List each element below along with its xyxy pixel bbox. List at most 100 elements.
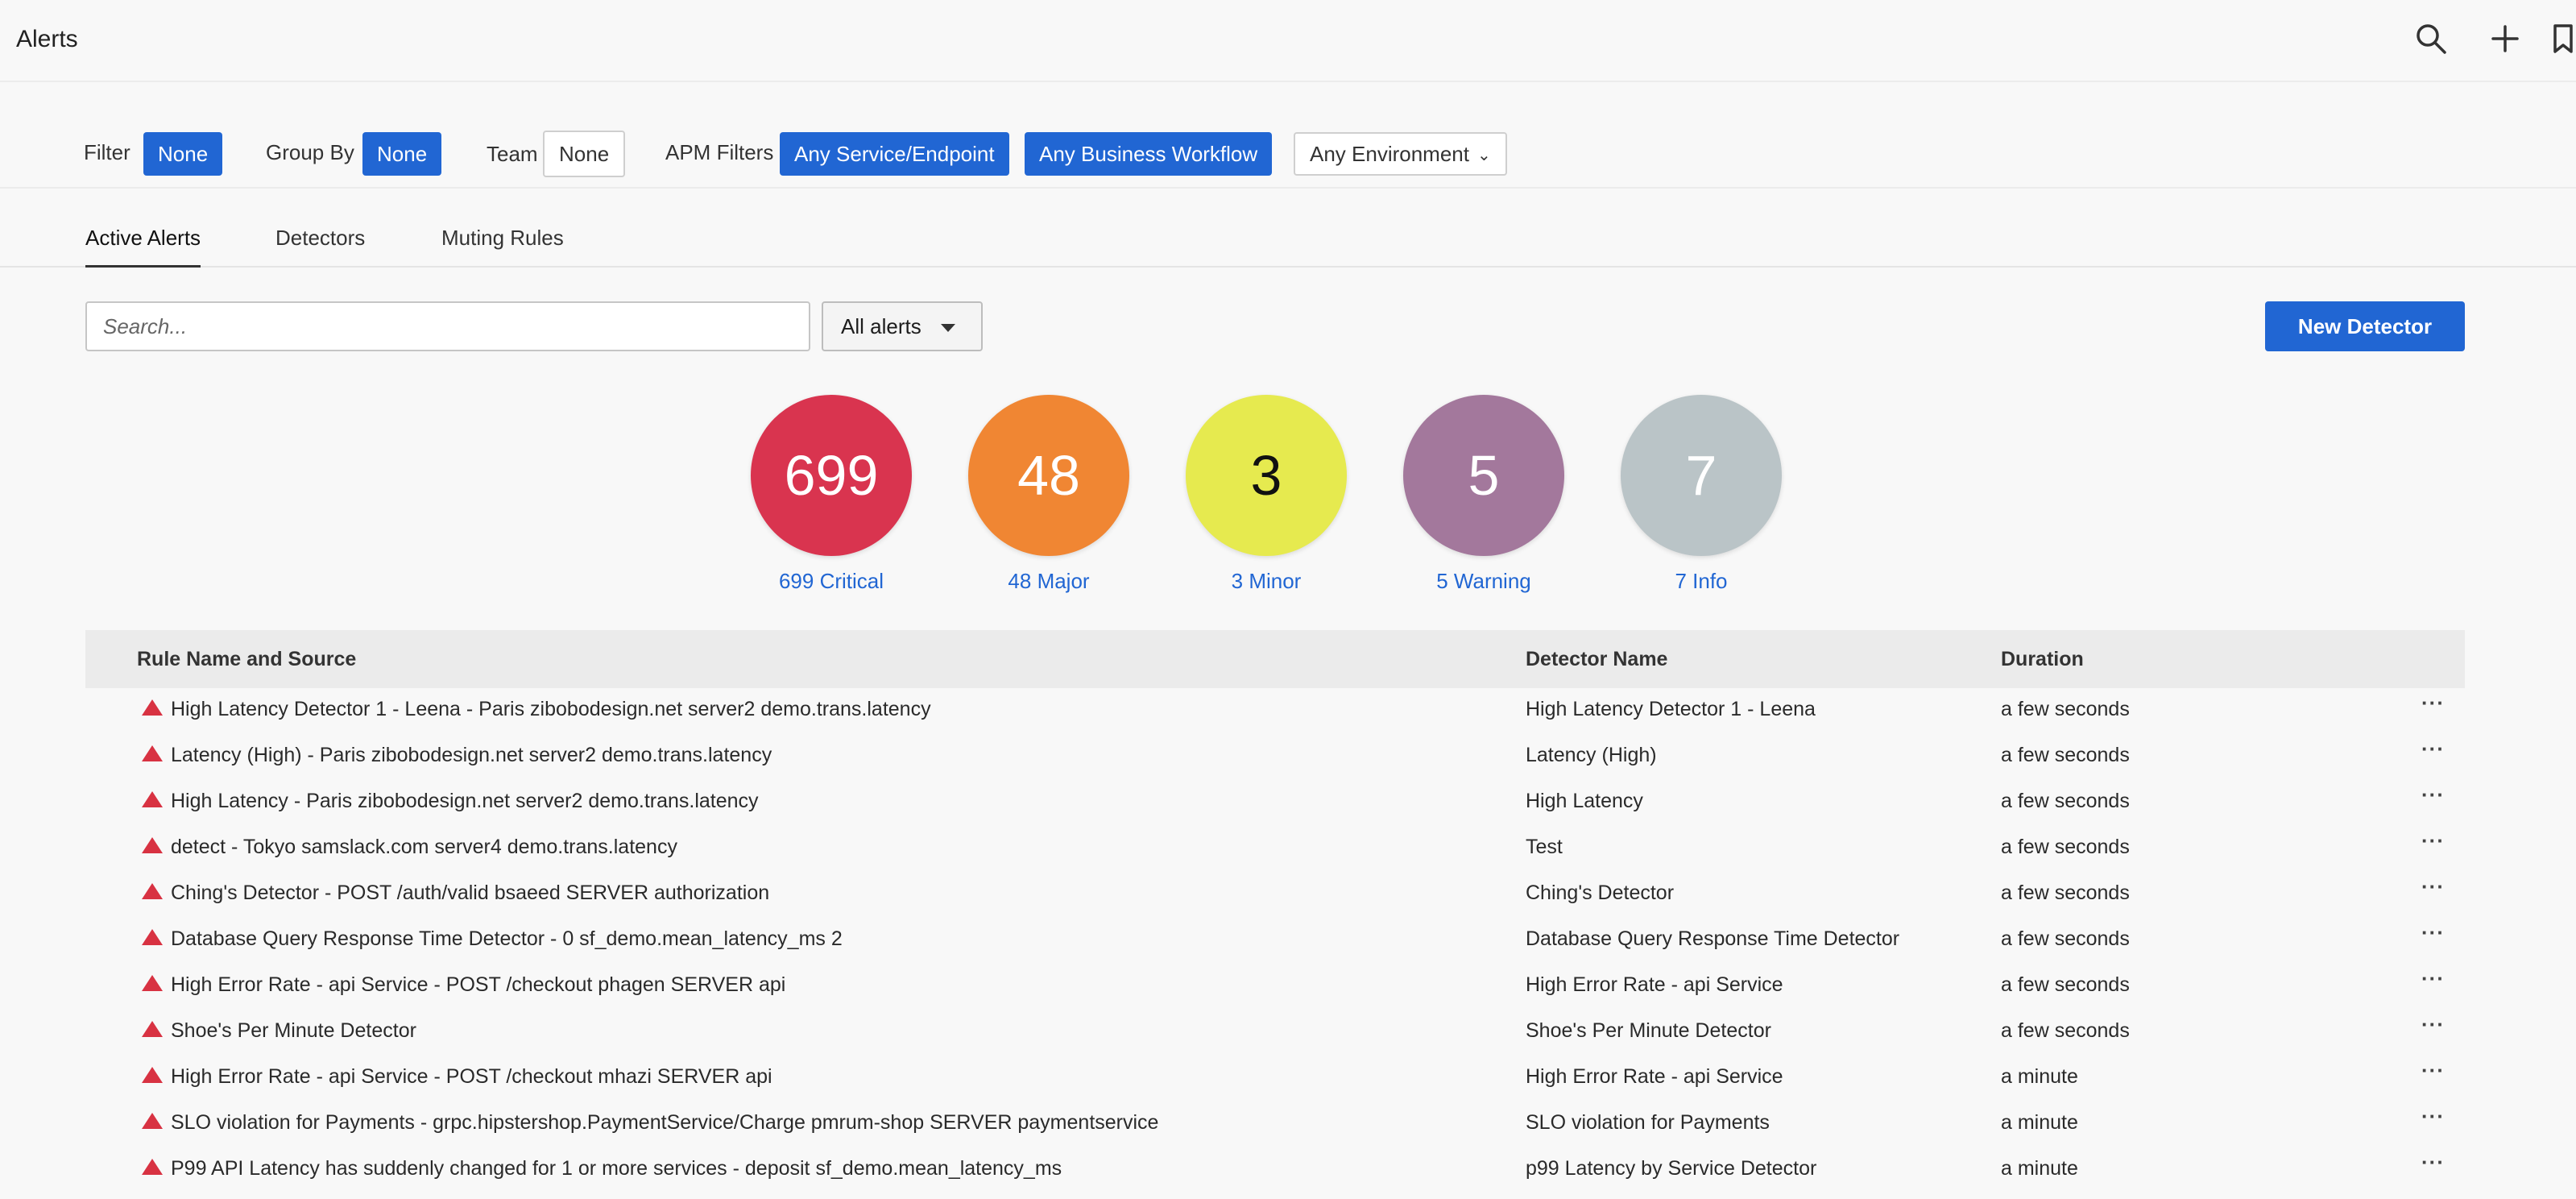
tab-active-alerts[interactable]: Active Alerts <box>85 226 201 268</box>
team-label: Team <box>487 142 538 166</box>
duration-cell: a minute <box>2001 1111 2078 1134</box>
more-actions-icon[interactable]: ··· <box>2421 1106 2450 1132</box>
more-actions-icon[interactable]: ··· <box>2421 692 2450 719</box>
severity-label[interactable]: 7 Info <box>1621 569 1782 594</box>
duration-cell: a few seconds <box>2001 927 2130 950</box>
environment-label: Any Environment <box>1310 142 1469 166</box>
table-row[interactable]: Database Query Response Time Detector - … <box>85 918 2465 964</box>
alert-filter-dropdown[interactable]: All alerts <box>822 301 983 351</box>
column-header-rule[interactable]: Rule Name and Source <box>137 648 356 671</box>
environment-dropdown[interactable]: Any Environment ⌄ <box>1294 132 1507 176</box>
apm-service-button[interactable]: Any Service/Endpoint <box>780 132 1009 176</box>
more-actions-icon[interactable]: ··· <box>2421 922 2450 948</box>
groupby-button[interactable]: None <box>362 132 442 176</box>
more-actions-icon[interactable]: ··· <box>2421 968 2450 994</box>
more-actions-icon[interactable]: ··· <box>2421 738 2450 765</box>
table-header: Rule Name and Source Detector Name Durat… <box>85 630 2465 688</box>
search-icon[interactable] <box>2413 21 2449 56</box>
tab-bar: Active Alerts Detectors Muting Rules <box>0 190 2576 268</box>
caret-down-icon <box>941 324 955 332</box>
table-row[interactable]: Latency (High) - Paris zibobodesign.net … <box>85 734 2465 780</box>
rule-name-cell[interactable]: High Error Rate - api Service - POST /ch… <box>171 973 785 997</box>
detector-name-cell[interactable]: p99 Latency by Service Detector <box>1526 1157 1816 1180</box>
detector-name-cell[interactable]: High Latency <box>1526 790 1643 813</box>
critical-alert-icon <box>142 745 163 761</box>
detector-name-cell[interactable]: Test <box>1526 836 1563 859</box>
duration-cell: a few seconds <box>2001 698 2130 720</box>
table-row[interactable]: P99 API Latency has suddenly changed for… <box>85 1147 2465 1193</box>
critical-alert-icon <box>142 1113 163 1129</box>
duration-cell: a few seconds <box>2001 790 2130 812</box>
detector-name-cell[interactable]: Latency (High) <box>1526 744 1657 767</box>
table-row[interactable]: High Error Rate - api Service - POST /ch… <box>85 1056 2465 1102</box>
severity-circle: 7 <box>1621 395 1782 556</box>
rule-name-cell[interactable]: detect - Tokyo samslack.com server4 demo… <box>171 836 677 859</box>
table-row[interactable]: detect - Tokyo samslack.com server4 demo… <box>85 826 2465 872</box>
more-actions-icon[interactable]: ··· <box>2421 876 2450 902</box>
critical-alert-icon <box>142 975 163 991</box>
rule-name-cell[interactable]: Latency (High) - Paris zibobodesign.net … <box>171 744 772 767</box>
filter-bar: Filter None Group By None Team None APM … <box>0 84 2576 189</box>
duration-cell: a few seconds <box>2001 1019 2130 1042</box>
severity-label[interactable]: 3 Minor <box>1186 569 1347 594</box>
filter-label: Filter <box>84 140 130 164</box>
bookmark-icon[interactable] <box>2550 21 2574 56</box>
tab-muting-rules[interactable]: Muting Rules <box>441 226 564 268</box>
rule-name-cell[interactable]: Ching's Detector - POST /auth/valid bsae… <box>171 882 769 905</box>
groupby-label: Group By <box>266 140 354 164</box>
new-detector-button[interactable]: New Detector <box>2265 301 2465 351</box>
severity-label[interactable]: 5 Warning <box>1403 569 1564 594</box>
column-header-detector[interactable]: Detector Name <box>1526 648 1667 671</box>
severity-minor[interactable]: 3 3 Minor <box>1186 395 1347 594</box>
critical-alert-icon <box>142 1159 163 1175</box>
table-row[interactable]: Shoe's Per Minute Detector Shoe's Per Min… <box>85 1010 2465 1056</box>
column-header-duration[interactable]: Duration <box>2001 648 2084 671</box>
rule-name-cell[interactable]: High Latency Detector 1 - Leena - Paris … <box>171 698 931 721</box>
severity-label[interactable]: 699 Critical <box>751 569 912 594</box>
team-button[interactable]: None <box>543 131 626 177</box>
plus-icon[interactable] <box>2487 21 2523 56</box>
detector-name-cell[interactable]: High Error Rate - api Service <box>1526 1065 1783 1089</box>
tab-detectors[interactable]: Detectors <box>275 226 365 268</box>
rule-name-cell[interactable]: High Latency - Paris zibobodesign.net se… <box>171 790 759 813</box>
filter-button[interactable]: None <box>143 132 223 176</box>
detector-name-cell[interactable]: SLO violation for Payments <box>1526 1111 1770 1135</box>
table-row[interactable]: High Error Rate - api Service - POST /ch… <box>85 964 2465 1010</box>
detector-name-cell[interactable]: Shoe's Per Minute Detector <box>1526 1019 1771 1043</box>
rule-name-cell[interactable]: Shoe's Per Minute Detector <box>171 1019 416 1043</box>
severity-critical[interactable]: 699 699 Critical <box>751 395 912 594</box>
critical-alert-icon <box>142 791 163 807</box>
table-row[interactable]: Ching's Detector - POST /auth/valid bsae… <box>85 872 2465 918</box>
search-input[interactable] <box>85 301 810 351</box>
detector-name-cell[interactable]: High Latency Detector 1 - Leena <box>1526 698 1816 721</box>
table-row[interactable]: SLO violation for Payments - grpc.hipste… <box>85 1102 2465 1147</box>
critical-alert-icon <box>142 837 163 853</box>
more-actions-icon[interactable]: ··· <box>2421 830 2450 857</box>
duration-cell: a minute <box>2001 1065 2078 1088</box>
rule-name-cell[interactable]: P99 API Latency has suddenly changed for… <box>171 1157 1062 1180</box>
critical-alert-icon <box>142 1067 163 1083</box>
more-actions-icon[interactable]: ··· <box>2421 1060 2450 1086</box>
severity-major[interactable]: 48 48 Major <box>968 395 1129 594</box>
critical-alert-icon <box>142 1021 163 1037</box>
more-actions-icon[interactable]: ··· <box>2421 1014 2450 1040</box>
more-actions-icon[interactable]: ··· <box>2421 1151 2450 1178</box>
detector-name-cell[interactable]: Ching's Detector <box>1526 882 1674 905</box>
severity-circle: 5 <box>1403 395 1564 556</box>
duration-cell: a few seconds <box>2001 744 2130 766</box>
page-title: Alerts <box>16 26 78 52</box>
severity-label[interactable]: 48 Major <box>968 569 1129 594</box>
rule-name-cell[interactable]: SLO violation for Payments - grpc.hipste… <box>171 1111 1158 1135</box>
severity-warning[interactable]: 5 5 Warning <box>1403 395 1564 594</box>
apm-workflow-button[interactable]: Any Business Workflow <box>1025 132 1273 176</box>
critical-alert-icon <box>142 699 163 716</box>
duration-cell: a minute <box>2001 1157 2078 1180</box>
table-row[interactable]: High Latency - Paris zibobodesign.net se… <box>85 780 2465 826</box>
detector-name-cell[interactable]: High Error Rate - api Service <box>1526 973 1783 997</box>
more-actions-icon[interactable]: ··· <box>2421 784 2450 811</box>
severity-info[interactable]: 7 7 Info <box>1621 395 1782 594</box>
table-row[interactable]: High Latency Detector 1 - Leena - Paris … <box>85 688 2465 734</box>
rule-name-cell[interactable]: Database Query Response Time Detector - … <box>171 927 843 951</box>
detector-name-cell[interactable]: Database Query Response Time Detector <box>1526 927 1899 951</box>
rule-name-cell[interactable]: High Error Rate - api Service - POST /ch… <box>171 1065 772 1089</box>
